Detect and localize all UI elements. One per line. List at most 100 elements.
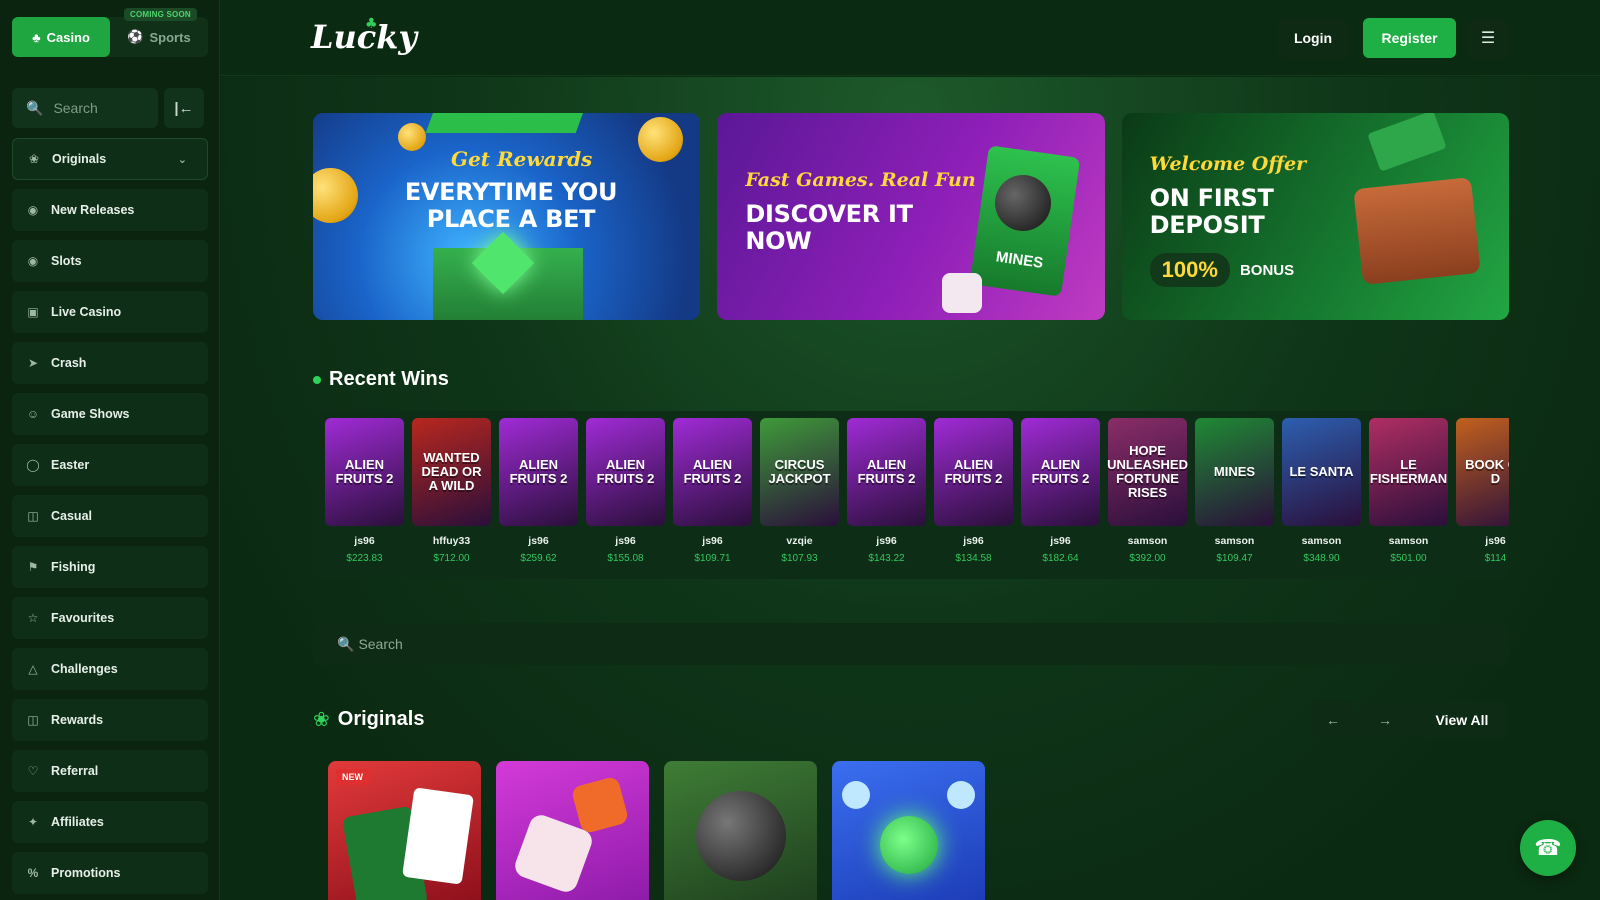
recent-win-item[interactable]: WANTED DEAD OR A WILD hffuy33 $712.00 [412,418,491,564]
originals-next-button[interactable]: → [1364,701,1406,739]
sports-tab[interactable]: COMING SOON ⚽ Sports [110,8,208,57]
login-button[interactable]: Login [1277,18,1349,58]
lucky-logo[interactable]: Lucky ♣ [311,16,418,56]
sidebar-item-fishing[interactable]: ⚑ Fishing [12,546,208,588]
search-icon: 🔍 [337,635,355,652]
egg-icon: ◯ [26,458,40,472]
search-icon: 🔍 [26,99,44,116]
sidebar-item-challenges[interactable]: △ Challenges [12,648,208,690]
heart-icon: ♡ [27,764,39,778]
sidebar-item-label: Affiliates [51,815,104,829]
recent-win-item[interactable]: ALIEN FRUITS 2 js96 $259.62 [499,418,578,564]
recent-win-item[interactable]: LE SANTA samson $348.90 [1282,418,1361,564]
banner-fast-games[interactable]: Fast Games. Real Fun DISCOVER IT NOW MIN… [717,113,1105,320]
win-amount: $114 [1484,553,1507,564]
game-thumbnail: HOPE UNLEASHED FORTUNE RISES [1107,418,1188,526]
clover-icon: ♣ [365,16,378,32]
menu-button[interactable]: ☰ [1468,18,1508,58]
sidebar-item-game-shows[interactable]: ☺ Game Shows [12,393,208,435]
game-thumbnail: ALIEN FRUITS 2 [934,418,1013,526]
register-button[interactable]: Register [1363,18,1456,58]
recent-wins-heading: Recent Wins [313,368,449,391]
sidebar-item-slots[interactable]: ◉ Slots [12,240,208,282]
winner-username: js96 [1485,535,1506,547]
recent-win-item[interactable]: CIRCUS JACKPOT vzqie $107.93 [760,418,839,564]
support-chat-button[interactable]: ☎ [1520,820,1576,876]
recent-win-item[interactable]: ALIEN FRUITS 2 js96 $182.64 [1021,418,1100,564]
bonus-label: BONUS [1239,261,1295,279]
clover-icon: ❀ [28,152,40,166]
banner-headline: ON FIRST DEPOSIT [1150,185,1274,239]
recent-win-item[interactable]: ALIEN FRUITS 2 js96 $109.71 [673,418,752,564]
collapse-sidebar-button[interactable]: |← [164,88,204,128]
casino-tab[interactable]: ♣ Casino [12,17,110,57]
casino-label: Casino [46,29,90,45]
game-thumbnail: ALIEN FRUITS 2 [499,418,578,526]
win-amount: $143.22 [868,553,905,564]
main-content: Get Rewards EVERYTIME YOU PLACE A BET Fa… [221,77,1600,900]
game-thumbnail: ALIEN FRUITS 2 [673,418,752,526]
sidebar-item-favourites[interactable]: ☆ Favourites [12,597,208,639]
game-thumbnail: CIRCUS JACKPOT [760,418,839,526]
sidebar-item-easter[interactable]: ◯ Easter [12,444,208,486]
recent-win-item[interactable]: ALIEN FRUITS 2 js96 $143.22 [847,418,926,564]
logo-text: Lucky [311,18,418,56]
dice-icon [942,273,983,313]
win-amount: $134.58 [955,553,992,564]
winner-username: vzqie [786,535,813,547]
sidebar-item-casual[interactable]: ◫ Casual [12,495,208,537]
sidebar-item-new-releases[interactable]: ◉ New Releases [12,189,208,231]
recent-win-item[interactable]: ALIEN FRUITS 2 js96 $155.08 [586,418,665,564]
sidebar-item-label: Challenges [51,662,118,676]
winner-username: js96 [702,535,723,547]
view-all-button[interactable]: View All [1416,701,1508,739]
sidebar-item-label: New Releases [51,203,135,217]
recent-win-item[interactable]: LE FISHERMAN samson $501.00 [1369,418,1448,564]
banner-headline: DISCOVER IT NOW [745,200,913,255]
sidebar-item-originals[interactable]: ❀ Originals ⌄ [12,138,208,180]
winner-username: js96 [963,535,984,547]
game-search-input[interactable]: 🔍 Search [313,623,1509,665]
sidebar-item-label: Slots [51,254,82,268]
sidebar: ♣ Casino COMING SOON ⚽ Sports 🔍 Search |… [0,0,220,900]
winner-username: js96 [615,535,636,547]
banner-welcome-offer[interactable]: Welcome Offer ON FIRST DEPOSIT 100% BONU… [1121,113,1509,320]
sidebar-item-live-casino[interactable]: ▣ Live Casino [12,291,208,333]
win-amount: $392.00 [1129,553,1166,564]
recent-win-item[interactable]: HOPE UNLEASHED FORTUNE RISES samson $392.0… [1107,418,1188,564]
sidebar-item-label: Originals [52,152,107,166]
sidebar-item-affiliates[interactable]: ✦ Affiliates [12,801,208,843]
original-game-card[interactable] [832,761,985,900]
banner-rewards[interactable]: Get Rewards EVERYTIME YOU PLACE A BET [313,113,701,320]
win-amount: $712.00 [433,553,470,564]
percent-icon: % [27,866,39,880]
sidebar-item-rewards[interactable]: ◫ Rewards [12,699,208,741]
sidebar-item-crash[interactable]: ➤ Crash [12,342,208,384]
game-thumbnail: LE SANTA [1282,418,1361,526]
recent-win-item[interactable]: ALIEN FRUITS 2 js96 $134.58 [934,418,1013,564]
game-thumbnail: WANTED DEAD OR A WILD [412,418,491,526]
recent-win-item[interactable]: ALIEN FRUITS 2 js96 $223.83 [325,418,404,564]
live-dot-icon [313,375,321,384]
win-amount: $109.71 [694,553,731,564]
original-game-card[interactable]: NEW [328,761,481,900]
mines-label: MINES [995,248,1045,272]
sports-label: Sports [149,29,191,45]
originals-title: Originals [337,708,425,730]
recent-win-item[interactable]: MINES samson $109.47 [1195,418,1274,564]
originals-prev-button[interactable]: ← [1312,701,1354,739]
banner-line2: PLACE A BET [426,205,596,233]
sidebar-search-input[interactable]: 🔍 Search [12,88,158,128]
banner-line1: DISCOVER IT [745,200,913,228]
sidebar-item-referral[interactable]: ♡ Referral [12,750,208,792]
game-thumbnail: MINES [1195,418,1274,526]
originals-heading: ❀ Originals [313,707,424,732]
sidebar-item-promotions[interactable]: % Promotions [12,852,208,894]
sidebar-item-label: Live Casino [51,305,122,319]
recent-win-item[interactable]: BOOK OF D js96 $114 [1456,418,1509,564]
original-game-card[interactable] [664,761,817,900]
slots-icon: ◉ [27,254,39,268]
star-icon: ☆ [27,611,39,625]
banner-headline: EVERYTIME YOU PLACE A BET [381,179,641,233]
original-game-card[interactable] [496,761,649,900]
